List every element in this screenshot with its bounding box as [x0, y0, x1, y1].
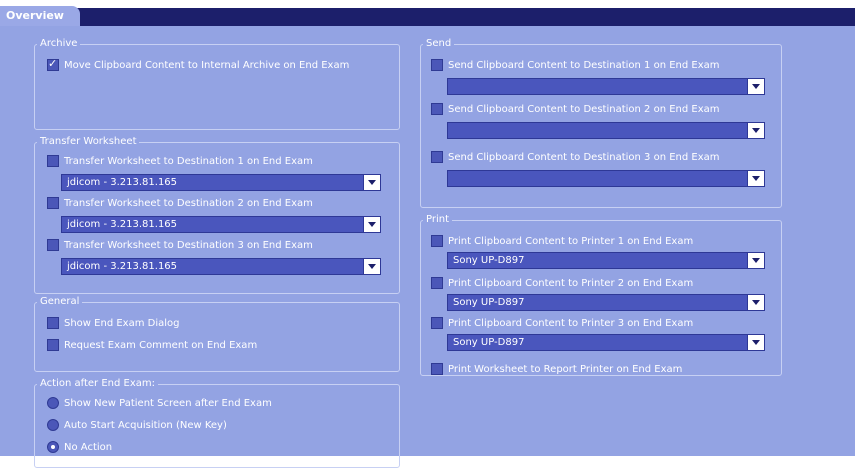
tab-bar-background	[0, 8, 855, 26]
auto-start-acquisition-radio[interactable]	[47, 419, 59, 431]
send-legend: Send	[426, 38, 452, 49]
move-clipboard-label: Move Clipboard Content to Internal Archi…	[64, 59, 350, 71]
move-clipboard-checkbox-row[interactable]: Move Clipboard Content to Internal Archi…	[47, 57, 350, 72]
auto-start-acquisition-radio-row[interactable]: Auto Start Acquisition (New Key)	[47, 418, 227, 432]
archive-legend: Archive	[40, 38, 78, 49]
transfer-dest-3-value: jdicom - 3.213.81.165	[67, 261, 178, 272]
send-dest-2-row[interactable]: Send Clipboard Content to Destination 2 …	[431, 102, 720, 116]
transfer-dest-3-label: Transfer Worksheet to Destination 3 on E…	[64, 239, 313, 251]
show-end-exam-dialog-checkbox[interactable]	[47, 317, 59, 329]
request-exam-comment-checkbox[interactable]	[47, 339, 59, 351]
print-printer-2-checkbox[interactable]	[431, 277, 443, 289]
send-dest-1-label: Send Clipboard Content to Destination 1 …	[448, 59, 720, 71]
print-legend: Print	[426, 214, 450, 225]
tab-bar: Overview	[0, 0, 855, 26]
print-printer-2-label: Print Clipboard Content to Printer 2 on …	[448, 277, 694, 289]
print-group: Print Print Clipboard Content to Printer…	[420, 214, 782, 376]
chevron-down-icon[interactable]	[747, 79, 764, 94]
send-dest-2-label: Send Clipboard Content to Destination 2 …	[448, 103, 720, 115]
print-printer-2-select[interactable]: Sony UP-D897	[447, 294, 765, 311]
show-new-patient-label: Show New Patient Screen after End Exam	[64, 397, 272, 409]
transfer-dest-1-checkbox[interactable]	[47, 155, 59, 167]
print-printer-3-value: Sony UP-D897	[453, 337, 525, 348]
send-dest-1-select[interactable]	[447, 78, 765, 95]
tab-overview[interactable]: Overview	[0, 6, 80, 26]
chevron-down-icon[interactable]	[363, 259, 380, 274]
chevron-down-icon[interactable]	[747, 253, 764, 268]
transfer-dest-1-label: Transfer Worksheet to Destination 1 on E…	[64, 155, 313, 167]
print-printer-2-row[interactable]: Print Clipboard Content to Printer 2 on …	[431, 276, 693, 290]
print-printer-1-row[interactable]: Print Clipboard Content to Printer 1 on …	[431, 234, 693, 248]
chevron-down-icon[interactable]	[363, 175, 380, 190]
send-dest-1-row[interactable]: Send Clipboard Content to Destination 1 …	[431, 58, 720, 72]
transfer-dest-2-label: Transfer Worksheet to Destination 2 on E…	[64, 197, 313, 209]
transfer-dest-1-select[interactable]: jdicom - 3.213.81.165	[61, 174, 381, 191]
send-dest-3-select[interactable]	[447, 170, 765, 187]
transfer-dest-3-select[interactable]: jdicom - 3.213.81.165	[61, 258, 381, 275]
send-dest-3-row[interactable]: Send Clipboard Content to Destination 3 …	[431, 150, 720, 164]
send-group: Send Send Clipboard Content to Destinati…	[420, 38, 782, 208]
print-worksheet-checkbox[interactable]	[431, 363, 443, 375]
transfer-dest-2-select[interactable]: jdicom - 3.213.81.165	[61, 216, 381, 233]
send-dest-3-checkbox[interactable]	[431, 151, 443, 163]
show-new-patient-radio[interactable]	[47, 397, 59, 409]
transfer-dest-3-checkbox[interactable]	[47, 239, 59, 251]
print-printer-1-select[interactable]: Sony UP-D897	[447, 252, 765, 269]
print-printer-3-row[interactable]: Print Clipboard Content to Printer 3 on …	[431, 316, 693, 330]
send-dest-1-checkbox[interactable]	[431, 59, 443, 71]
request-exam-comment-row[interactable]: Request Exam Comment on End Exam	[47, 338, 257, 352]
chevron-down-icon[interactable]	[747, 171, 764, 186]
transfer-dest-2-row[interactable]: Transfer Worksheet to Destination 2 on E…	[47, 196, 313, 210]
chevron-down-icon[interactable]	[747, 335, 764, 350]
request-exam-comment-label: Request Exam Comment on End Exam	[64, 339, 258, 351]
send-dest-2-checkbox[interactable]	[431, 103, 443, 115]
chevron-down-icon[interactable]	[363, 217, 380, 232]
transfer-dest-1-row[interactable]: Transfer Worksheet to Destination 1 on E…	[47, 154, 313, 168]
show-new-patient-radio-row[interactable]: Show New Patient Screen after End Exam	[47, 396, 272, 410]
print-printer-1-checkbox[interactable]	[431, 235, 443, 247]
chevron-down-icon[interactable]	[747, 123, 764, 138]
archive-group: Archive Move Clipboard Content to Intern…	[34, 38, 400, 130]
general-legend: General	[40, 296, 80, 307]
transfer-dest-2-checkbox[interactable]	[47, 197, 59, 209]
print-printer-2-value: Sony UP-D897	[453, 297, 525, 308]
print-worksheet-row[interactable]: Print Worksheet to Report Printer on End…	[431, 362, 682, 376]
no-action-radio[interactable]	[47, 441, 59, 453]
transfer-dest-1-value: jdicom - 3.213.81.165	[67, 177, 178, 188]
transfer-worksheet-legend: Transfer Worksheet	[40, 136, 137, 147]
transfer-dest-2-value: jdicom - 3.213.81.165	[67, 219, 178, 230]
send-dest-2-select[interactable]	[447, 122, 765, 139]
no-action-label: No Action	[64, 441, 113, 453]
action-after-end-exam-legend: Action after End Exam:	[40, 378, 155, 389]
print-printer-3-label: Print Clipboard Content to Printer 3 on …	[448, 317, 694, 329]
print-printer-1-value: Sony UP-D897	[453, 255, 525, 266]
print-printer-1-label: Print Clipboard Content to Printer 1 on …	[448, 235, 694, 247]
print-printer-3-checkbox[interactable]	[431, 317, 443, 329]
auto-start-acquisition-label: Auto Start Acquisition (New Key)	[64, 419, 227, 431]
show-end-exam-dialog-label: Show End Exam Dialog	[64, 317, 180, 329]
general-group: General Show End Exam Dialog Request Exa…	[34, 296, 400, 372]
print-printer-3-select[interactable]: Sony UP-D897	[447, 334, 765, 351]
show-end-exam-dialog-row[interactable]: Show End Exam Dialog	[47, 316, 179, 330]
overview-panel: Archive Move Clipboard Content to Intern…	[0, 26, 855, 468]
print-worksheet-label: Print Worksheet to Report Printer on End…	[448, 363, 683, 375]
chevron-down-icon[interactable]	[747, 295, 764, 310]
move-clipboard-checkbox[interactable]	[47, 57, 59, 71]
no-action-radio-row[interactable]: No Action	[47, 440, 112, 454]
transfer-dest-3-row[interactable]: Transfer Worksheet to Destination 3 on E…	[47, 238, 313, 252]
send-dest-3-label: Send Clipboard Content to Destination 3 …	[448, 151, 720, 163]
transfer-worksheet-group: Transfer Worksheet Transfer Worksheet to…	[34, 136, 400, 294]
action-after-end-exam-group: Action after End Exam: Show New Patient …	[34, 378, 400, 468]
